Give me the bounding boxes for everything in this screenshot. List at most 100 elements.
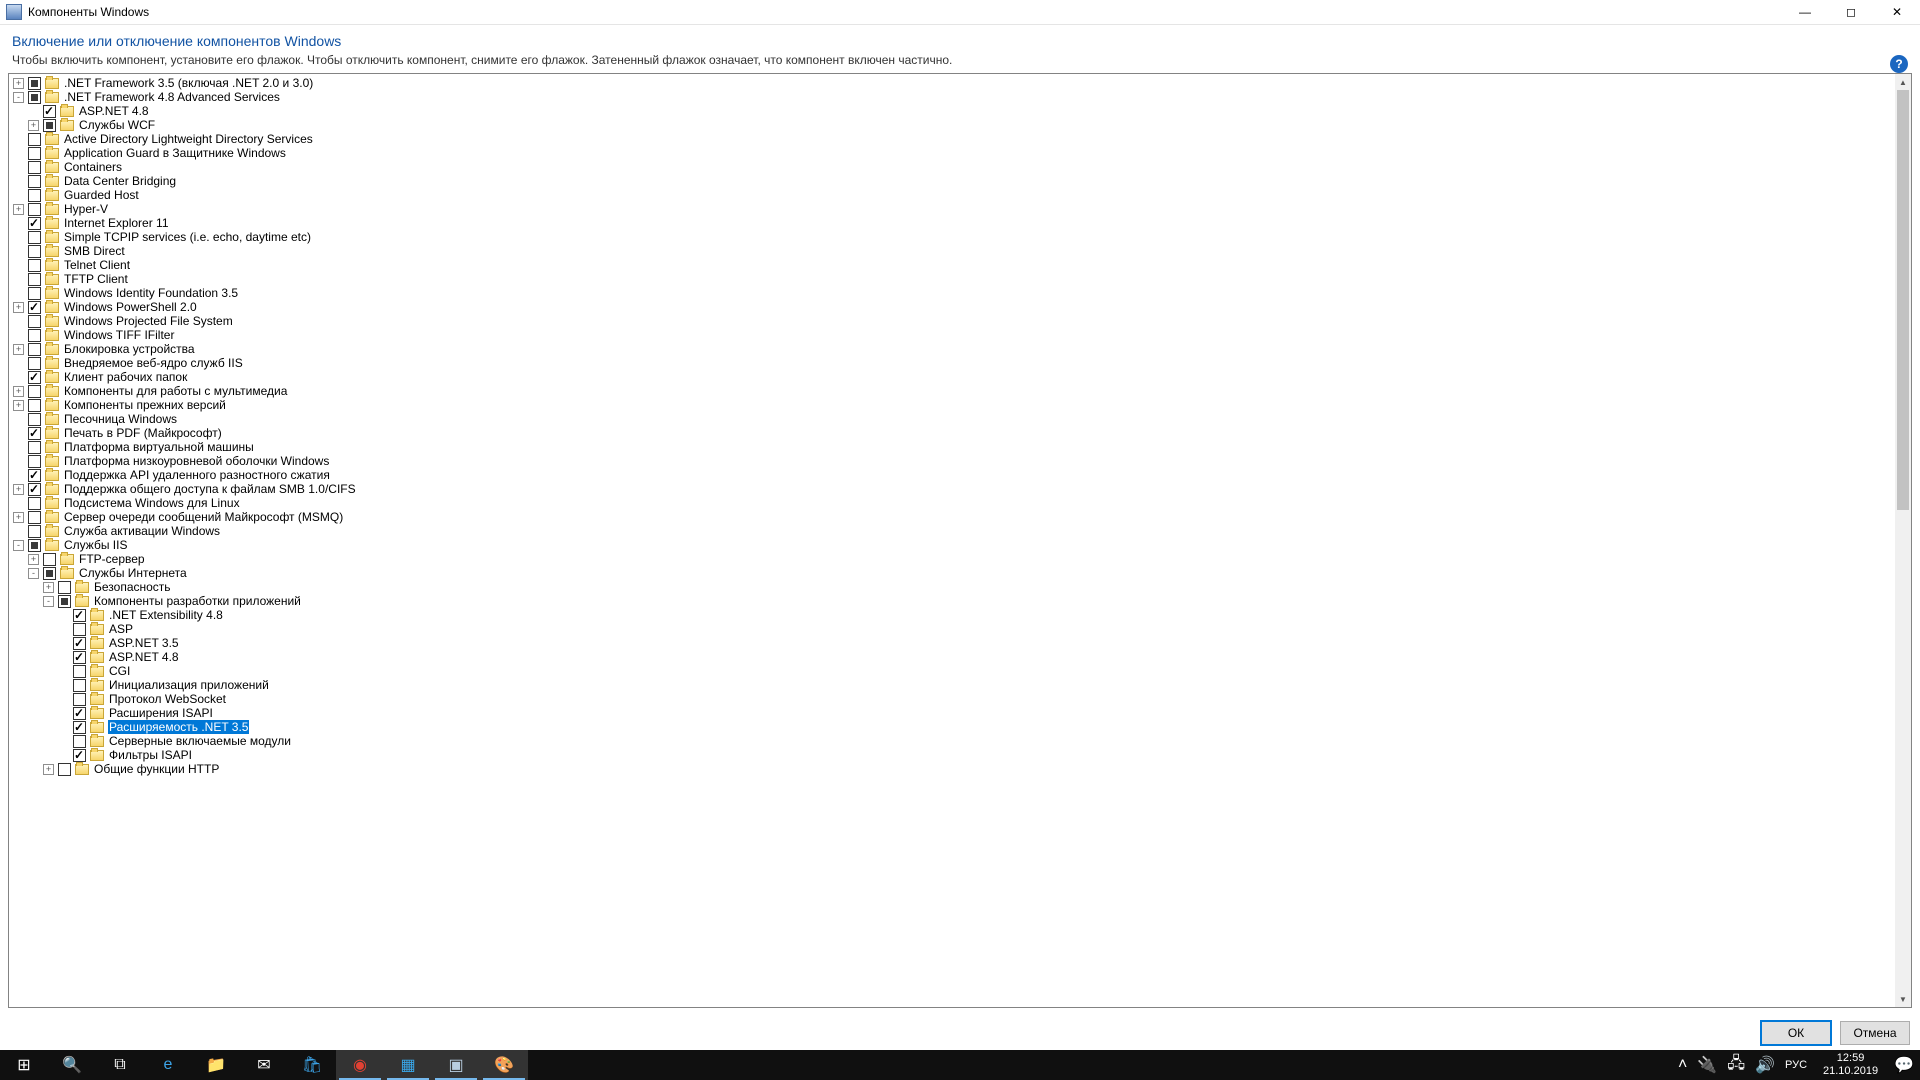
tree-item[interactable]: +Windows PowerShell 2.0 (9, 300, 1895, 314)
tray-chevron-icon[interactable]: ˄ (1678, 1056, 1687, 1074)
feature-label[interactable]: Containers (63, 160, 123, 174)
feature-checkbox[interactable] (28, 427, 41, 440)
expand-icon[interactable]: + (13, 400, 24, 411)
feature-label[interactable]: Расширяемость .NET 3.5 (108, 720, 249, 734)
tree-item[interactable]: Windows Identity Foundation 3.5 (9, 286, 1895, 300)
feature-checkbox[interactable] (58, 763, 71, 776)
feature-checkbox[interactable] (43, 105, 56, 118)
feature-label[interactable]: Инициализация приложений (108, 678, 270, 692)
feature-checkbox[interactable] (73, 609, 86, 622)
feature-checkbox[interactable] (28, 231, 41, 244)
feature-checkbox[interactable] (28, 161, 41, 174)
tree-item[interactable]: Windows TIFF IFilter (9, 328, 1895, 342)
feature-label[interactable]: CGI (108, 664, 131, 678)
feature-checkbox[interactable] (28, 539, 41, 552)
feature-label[interactable]: Платформа виртуальной машины (63, 440, 255, 454)
tree-item[interactable]: Подсистема Windows для Linux (9, 496, 1895, 510)
feature-checkbox[interactable] (73, 651, 86, 664)
feature-label[interactable]: Поддержка API удаленного разностного сжа… (63, 468, 331, 482)
tree-item[interactable]: + Поддержка общего доступа к файлам SMB 1… (9, 482, 1895, 496)
tree-item[interactable]: CGI (9, 664, 1895, 678)
tree-item[interactable]: Simple TCPIP services (i.e. echo, daytim… (9, 230, 1895, 244)
tree-item[interactable]: ASP (9, 622, 1895, 636)
taskbar-taskview-button[interactable]: ⧉ (96, 1050, 144, 1080)
collapse-icon[interactable]: - (28, 568, 39, 579)
tree-item[interactable]: + Безопасность (9, 580, 1895, 594)
close-button[interactable]: ✕ (1874, 0, 1920, 24)
feature-checkbox[interactable] (28, 371, 41, 384)
tree-item[interactable]: +Сервер очереди сообщений Майкрософт (MS… (9, 510, 1895, 524)
feature-checkbox[interactable] (28, 525, 41, 538)
titlebar[interactable]: Компоненты Windows — ◻ ✕ (0, 0, 1920, 25)
feature-checkbox[interactable] (28, 77, 41, 90)
feature-checkbox[interactable] (28, 343, 41, 356)
tree-item[interactable]: Фильтры ISAPI (9, 748, 1895, 762)
taskbar-optionalfeatures-button[interactable]: ▣ (432, 1050, 480, 1080)
feature-label[interactable]: ASP (108, 622, 134, 636)
tree-item[interactable]: Internet Explorer 11 (9, 216, 1895, 230)
collapse-icon[interactable]: - (13, 92, 24, 103)
sound-icon[interactable]: 🔊 (1755, 1055, 1775, 1075)
tree-item[interactable]: Data Center Bridging (9, 174, 1895, 188)
feature-checkbox[interactable] (28, 147, 41, 160)
tree-item[interactable]: Клиент рабочих папок (9, 370, 1895, 384)
expand-icon[interactable]: + (13, 386, 24, 397)
tree-item[interactable]: Поддержка API удаленного разностного сжа… (9, 468, 1895, 482)
tree-item[interactable]: ASP.NET 4.8 (9, 650, 1895, 664)
tree-item[interactable]: Расширяемость .NET 3.5 (9, 720, 1895, 734)
tree-item[interactable]: Песочница Windows (9, 412, 1895, 426)
tree-item[interactable]: Windows Projected File System (9, 314, 1895, 328)
expand-icon[interactable]: + (13, 484, 24, 495)
maximize-button[interactable]: ◻ (1828, 0, 1874, 24)
taskbar-chrome-button[interactable]: ◉ (336, 1050, 384, 1080)
feature-label[interactable]: Внедряемое веб-ядро служб IIS (63, 356, 244, 370)
tree-item[interactable]: Платформа виртуальной машины (9, 440, 1895, 454)
feature-checkbox[interactable] (28, 315, 41, 328)
feature-checkbox[interactable] (28, 469, 41, 482)
feature-checkbox[interactable] (28, 455, 41, 468)
feature-checkbox[interactable] (28, 287, 41, 300)
taskbar[interactable]: ⊞🔍⧉e📁✉🛍◉▦▣🎨 ˄ 🔌 🖧 🔊 РУС 12:59 21.10.2019… (0, 1050, 1920, 1080)
expand-icon[interactable]: + (43, 582, 54, 593)
feature-label[interactable]: Сервер очереди сообщений Майкрософт (MSM… (63, 510, 344, 524)
feature-checkbox[interactable] (73, 623, 86, 636)
taskbar-edge-button[interactable]: e (144, 1050, 192, 1080)
tree-item[interactable]: TFTP Client (9, 272, 1895, 286)
feature-checkbox[interactable] (73, 679, 86, 692)
feature-label[interactable]: Hyper-V (63, 202, 109, 216)
feature-checkbox[interactable] (28, 203, 41, 216)
feature-label[interactable]: .NET Framework 3.5 (включая .NET 2.0 и 3… (63, 76, 314, 90)
feature-checkbox[interactable] (43, 119, 56, 132)
tree-item[interactable]: Инициализация приложений (9, 678, 1895, 692)
feature-label[interactable]: Службы Интернета (78, 566, 188, 580)
feature-label[interactable]: Безопасность (93, 580, 172, 594)
tree-item[interactable]: Служба активации Windows (9, 524, 1895, 538)
feature-label[interactable]: Серверные включаемые модули (108, 734, 292, 748)
tree-item[interactable]: .NET Extensibility 4.8 (9, 608, 1895, 622)
clock[interactable]: 12:59 21.10.2019 (1817, 1052, 1884, 1078)
collapse-icon[interactable]: - (13, 540, 24, 551)
feature-tree[interactable]: + .NET Framework 3.5 (включая .NET 2.0 и … (9, 74, 1895, 1007)
feature-label[interactable]: Служба активации Windows (63, 524, 221, 538)
tree-item[interactable]: -Службы IIS (9, 538, 1895, 552)
feature-checkbox[interactable] (28, 245, 41, 258)
feature-checkbox[interactable] (73, 749, 86, 762)
feature-label[interactable]: Windows Identity Foundation 3.5 (63, 286, 239, 300)
tree-item[interactable]: +Общие функции HTTP (9, 762, 1895, 776)
tree-item[interactable]: Telnet Client (9, 258, 1895, 272)
feature-label[interactable]: .NET Framework 4.8 Advanced Services (63, 90, 281, 104)
feature-label[interactable]: Windows PowerShell 2.0 (63, 300, 198, 314)
feature-checkbox[interactable] (28, 133, 41, 146)
feature-checkbox[interactable] (28, 413, 41, 426)
feature-label[interactable]: Клиент рабочих папок (63, 370, 188, 384)
feature-label[interactable]: ASP.NET 4.8 (78, 104, 150, 118)
feature-label[interactable]: Службы WCF (78, 118, 156, 132)
scroll-up-button[interactable]: ▲ (1895, 74, 1911, 90)
feature-label[interactable]: Песочница Windows (63, 412, 178, 426)
feature-label[interactable]: Active Directory Lightweight Directory S… (63, 132, 314, 146)
tree-item[interactable]: Application Guard в Защитнике Windows (9, 146, 1895, 160)
feature-label[interactable]: Поддержка общего доступа к файлам SMB 1.… (63, 482, 357, 496)
feature-label[interactable]: Фильтры ISAPI (108, 748, 193, 762)
feature-checkbox[interactable] (73, 665, 86, 678)
feature-label[interactable]: Расширения ISAPI (108, 706, 214, 720)
